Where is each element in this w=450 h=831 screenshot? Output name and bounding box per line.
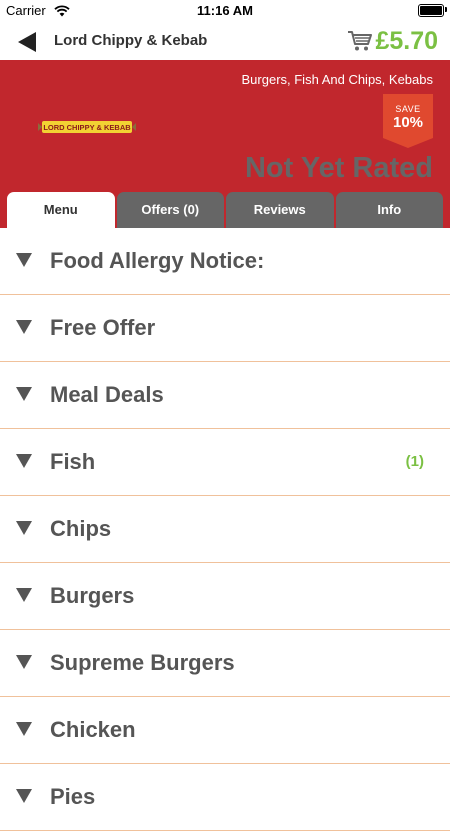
chevron-down-icon bbox=[16, 722, 32, 736]
cart-icon bbox=[348, 31, 373, 51]
menu-category-fish[interactable]: Fish (1) bbox=[0, 429, 450, 496]
cart-total: £5.70 bbox=[375, 26, 438, 55]
restaurant-logo: LORD CHIPPY & KEBAB bbox=[38, 121, 136, 133]
cart-button[interactable]: £5.70 bbox=[347, 26, 438, 56]
menu-category-pies[interactable]: Pies bbox=[0, 764, 450, 831]
chevron-down-icon bbox=[16, 387, 32, 401]
menu-category-list: Food Allergy Notice: Free Offer Meal Dea… bbox=[0, 228, 450, 831]
chevron-down-icon bbox=[16, 253, 32, 267]
category-label: Free Offer bbox=[50, 315, 156, 340]
category-label: Pies bbox=[50, 784, 96, 809]
category-label: Food Allergy Notice: bbox=[50, 248, 265, 273]
category-count: (1) bbox=[405, 453, 424, 470]
nav-bar: Lord Chippy & Kebab £5.70 bbox=[0, 22, 450, 60]
restaurant-title: Lord Chippy & Kebab bbox=[54, 32, 208, 49]
battery-icon bbox=[418, 4, 444, 17]
tab-bar: Menu Offers (0) Reviews Info bbox=[6, 192, 444, 228]
category-label: Burgers bbox=[50, 583, 135, 608]
menu-category-food-allergy-notice[interactable]: Food Allergy Notice: bbox=[0, 228, 450, 295]
category-label: Supreme Burgers bbox=[50, 650, 235, 675]
menu-category-chips[interactable]: Chips bbox=[0, 496, 450, 563]
save-label: SAVE bbox=[395, 104, 421, 114]
menu-category-chicken[interactable]: Chicken bbox=[0, 697, 450, 764]
status-time: 11:16 AM bbox=[197, 3, 253, 18]
save-percentage: 10% bbox=[392, 114, 424, 131]
back-arrow-icon bbox=[18, 32, 36, 52]
menu-category-burgers[interactable]: Burgers bbox=[0, 563, 450, 630]
battery-tip bbox=[445, 7, 447, 12]
chevron-down-icon bbox=[16, 521, 32, 535]
menu-category-free-offer[interactable]: Free Offer bbox=[0, 295, 450, 362]
menu-category-supreme-burgers[interactable]: Supreme Burgers bbox=[0, 630, 450, 697]
save-badge: SAVE 10% bbox=[383, 94, 433, 148]
menu-category-meal-deals[interactable]: Meal Deals bbox=[0, 362, 450, 429]
category-label: Fish bbox=[50, 449, 96, 474]
tab-menu[interactable]: Menu bbox=[7, 192, 115, 228]
chevron-down-icon bbox=[16, 789, 32, 803]
category-label: Meal Deals bbox=[50, 382, 164, 407]
tab-reviews[interactable]: Reviews bbox=[226, 192, 334, 228]
chevron-down-icon bbox=[16, 655, 32, 669]
tab-offers[interactable]: Offers (0) bbox=[116, 192, 224, 228]
chevron-down-icon bbox=[16, 588, 32, 602]
cuisine-list: Burgers, Fish And Chips, Kebabs bbox=[241, 72, 434, 87]
category-label: Chicken bbox=[50, 717, 136, 742]
category-label: Chips bbox=[50, 516, 112, 541]
status-bar: Carrier 11:16 AM bbox=[0, 0, 450, 22]
chevron-down-icon bbox=[16, 454, 32, 468]
back-button[interactable] bbox=[14, 30, 40, 54]
rating-text: Not Yet Rated bbox=[244, 152, 433, 184]
svg-text:LORD CHIPPY & KEBAB: LORD CHIPPY & KEBAB bbox=[43, 123, 131, 132]
chevron-down-icon bbox=[16, 320, 32, 334]
tab-info[interactable]: Info bbox=[335, 192, 443, 228]
